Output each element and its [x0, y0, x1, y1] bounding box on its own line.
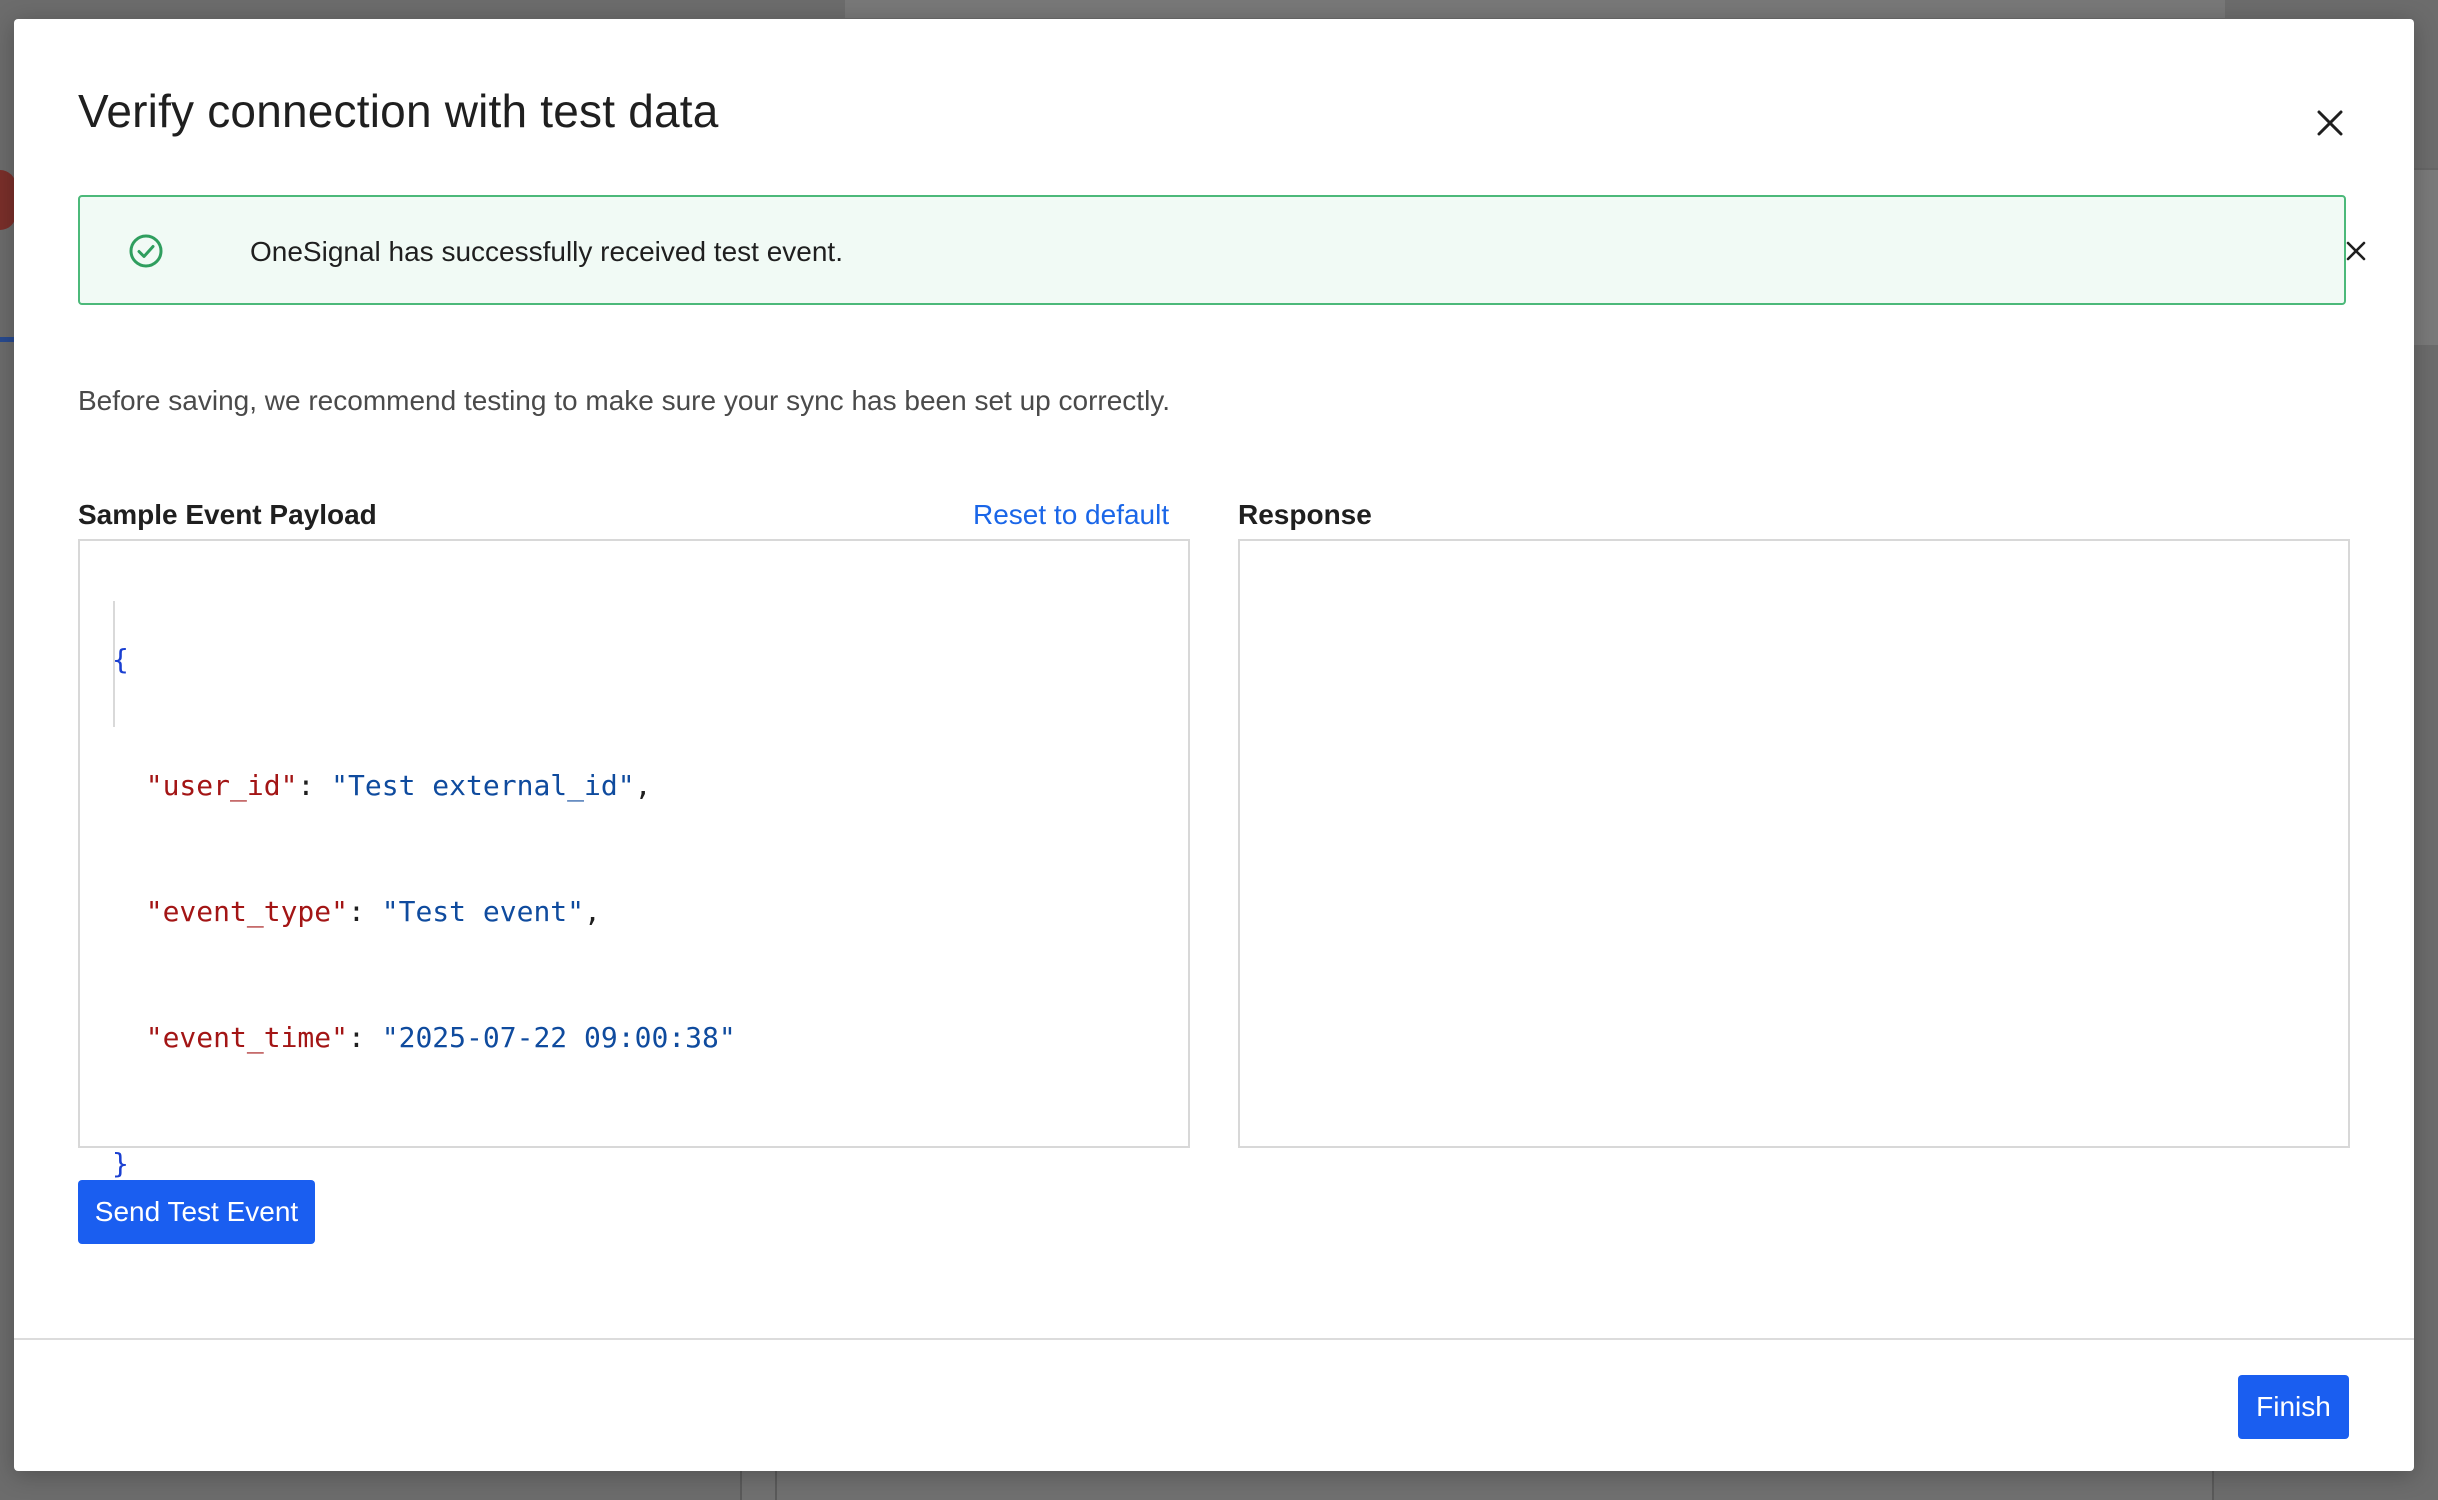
- json-key: "user_id": [145, 769, 298, 802]
- payload-code: { "user_id": "Test external_id", "event_…: [112, 555, 736, 1269]
- json-value: "2025-07-22 09:00:38": [381, 1021, 736, 1054]
- intro-text: Before saving, we recommend testing to m…: [78, 385, 1170, 416]
- json-close-brace: }: [112, 1147, 129, 1180]
- json-open-brace: {: [112, 643, 129, 676]
- background-toolbar: [845, 0, 2225, 18]
- response-label: Response: [1238, 499, 1372, 530]
- background-active-indicator: [0, 337, 14, 342]
- payload-label: Sample Event Payload: [78, 499, 377, 530]
- code-line: "user_id": "Test external_id",: [145, 769, 652, 802]
- response-panel: [1238, 539, 2350, 1148]
- footer-divider: [14, 1338, 2414, 1340]
- success-alert: OneSignal has successfully received test…: [78, 195, 2366, 305]
- verify-connection-modal: Verify connection with test data OneSign…: [14, 19, 2414, 1471]
- close-icon: [2346, 241, 2366, 261]
- background-table-divider: [775, 1470, 777, 1500]
- close-icon: [2317, 110, 2343, 136]
- finish-button[interactable]: Finish: [2238, 1375, 2349, 1439]
- send-test-event-button[interactable]: Send Test Event: [78, 1180, 315, 1244]
- json-value: "Test external_id": [331, 769, 635, 802]
- background-side-panel: [2413, 168, 2438, 345]
- modal-close-button[interactable]: [2304, 97, 2356, 149]
- modal-title: Verify connection with test data: [78, 85, 719, 137]
- check-circle-icon: [129, 234, 163, 268]
- code-line: }: [112, 1143, 736, 1185]
- payload-editor[interactable]: { "user_id": "Test external_id", "event_…: [78, 539, 1190, 1180]
- reset-to-default-link[interactable]: Reset to default: [973, 497, 1169, 533]
- code-line: {: [112, 639, 736, 681]
- json-value: "Test event": [381, 895, 585, 928]
- code-line: "event_time": "2025-07-22 09:00:38": [145, 1021, 736, 1054]
- json-key: "event_type": [145, 895, 349, 928]
- json-key: "event_time": [145, 1021, 349, 1054]
- alert-message: OneSignal has successfully received test…: [250, 236, 843, 267]
- code-line: "event_type": "Test event",: [145, 895, 601, 928]
- background-table-columns: [740, 1470, 2214, 1500]
- alert-dismiss-button[interactable]: [2336, 231, 2376, 271]
